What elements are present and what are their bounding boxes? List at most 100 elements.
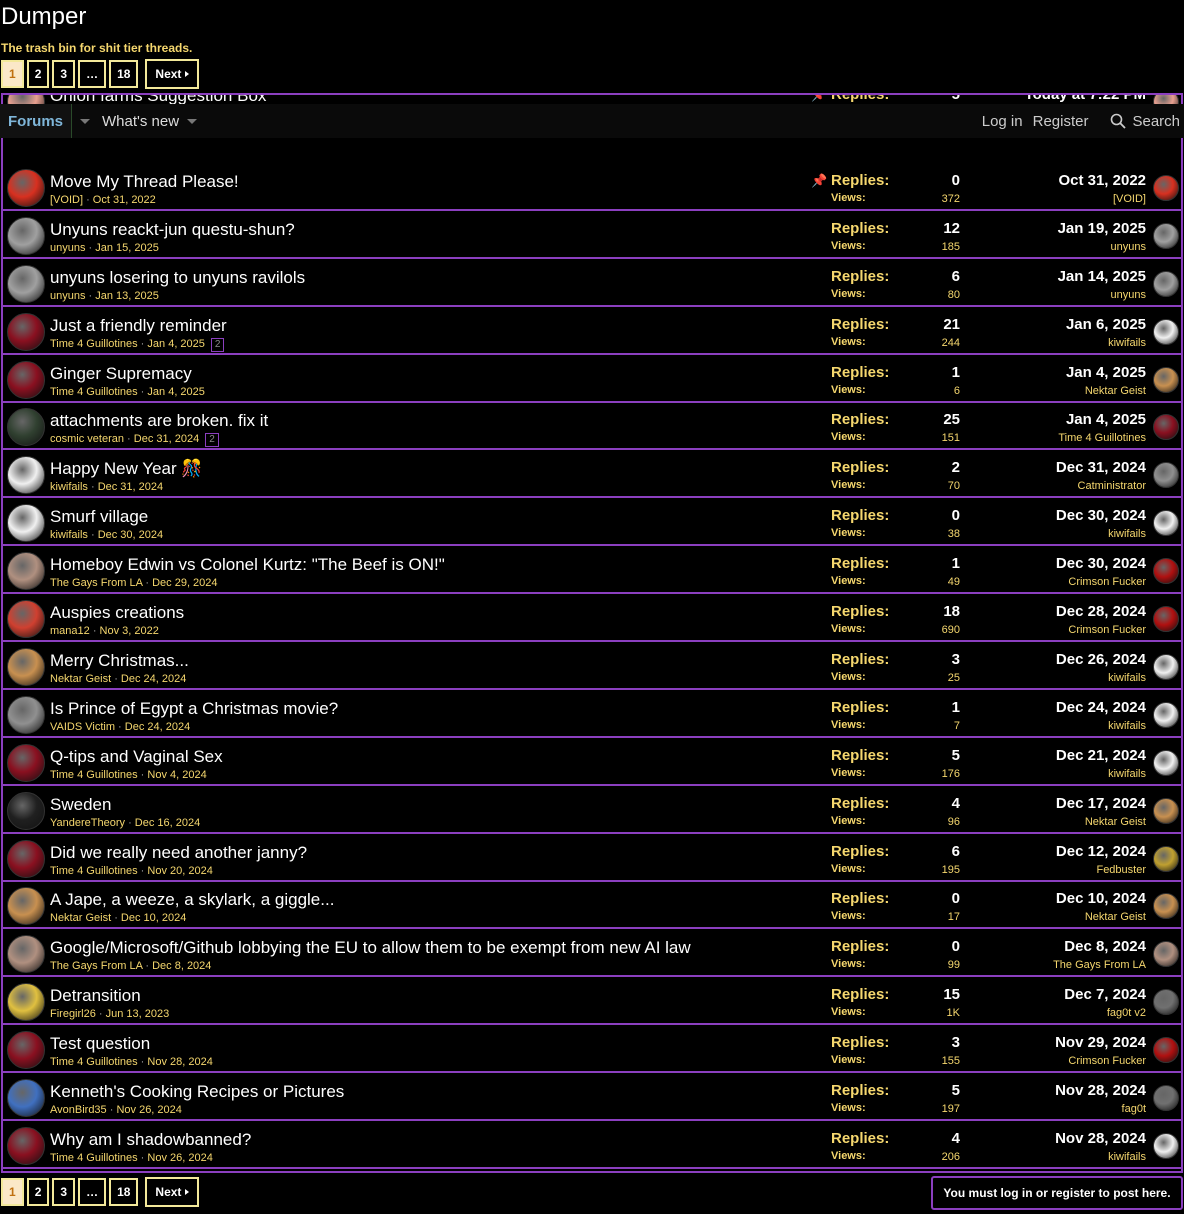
last-poster-avatar[interactable] — [1153, 846, 1179, 872]
thread-author[interactable]: cosmic veteran — [50, 433, 124, 445]
last-poster-avatar[interactable] — [1153, 367, 1179, 393]
last-poster-avatar[interactable] — [1153, 414, 1179, 440]
thread-row[interactable]: attachments are broken. fix it cosmic vet… — [3, 404, 1181, 450]
last-poster-avatar[interactable] — [1153, 750, 1179, 776]
thread-row[interactable]: Is Prince of Egypt a Christmas movie? VAI… — [3, 692, 1181, 738]
page-jump[interactable]: … — [78, 1178, 107, 1206]
thread-title[interactable]: Merry Christmas... — [50, 651, 189, 671]
last-post-date[interactable]: Today at 7:22 PM — [1025, 95, 1146, 103]
page-jump[interactable]: … — [78, 60, 107, 88]
login-link[interactable]: Log in — [982, 113, 1023, 130]
thread-start-date[interactable]: Dec 31, 2024 — [134, 433, 199, 445]
thread-title[interactable]: Just a friendly reminder — [50, 316, 227, 336]
last-post-user[interactable]: [VOID] — [1113, 193, 1146, 205]
last-poster-avatar[interactable] — [1153, 989, 1179, 1015]
last-post-date[interactable]: Dec 12, 2024 — [1056, 843, 1146, 860]
last-post-user[interactable]: kiwifails — [1108, 1151, 1146, 1163]
page-link-3[interactable]: 3 — [52, 1178, 76, 1206]
thread-start-date[interactable]: Dec 29, 2024 — [152, 577, 217, 589]
author-avatar[interactable] — [7, 983, 45, 1021]
thread-row[interactable]: Smurf village kiwifails · Dec 30, 2024 Rep… — [3, 500, 1181, 546]
page-link-3[interactable]: 3 — [52, 60, 76, 88]
thread-row[interactable]: Homeboy Edwin vs Colonel Kurtz: "The Bee… — [3, 548, 1181, 594]
thread-author[interactable]: AvonBird35 — [50, 1104, 107, 1116]
thread-title[interactable]: Auspies creations — [50, 603, 184, 623]
thread-start-date[interactable]: Jan 4, 2025 — [147, 386, 205, 398]
thread-row[interactable]: Auspies creations mana12 · Nov 3, 2022 Rep… — [3, 596, 1181, 642]
last-post-date[interactable]: Dec 30, 2024 — [1056, 555, 1146, 572]
page-link-2[interactable]: 2 — [26, 1178, 50, 1206]
thread-title[interactable]: Happy New Year 🎊 — [50, 459, 203, 479]
thread-row[interactable]: Did we really need another janny? Time 4 … — [3, 836, 1181, 882]
last-post-user[interactable]: Crimson Fucker — [1068, 1055, 1146, 1067]
search-button[interactable]: Search — [1110, 113, 1180, 130]
last-poster-avatar[interactable] — [1153, 606, 1179, 632]
thread-author[interactable]: VAIDS Victim — [50, 721, 115, 733]
author-avatar[interactable] — [7, 456, 45, 494]
thread-page-link[interactable]: 2 — [210, 338, 225, 352]
last-post-user[interactable]: Time 4 Guillotines — [1058, 432, 1146, 444]
thread-author[interactable]: Firegirl26 — [50, 1008, 96, 1020]
author-avatar[interactable] — [7, 648, 45, 686]
last-post-user[interactable]: Nektar Geist — [1085, 911, 1146, 923]
thread-start-date[interactable]: Jan 13, 2025 — [95, 290, 159, 302]
last-poster-avatar[interactable] — [1153, 223, 1179, 249]
thread-row[interactable]: Why am I shadowbanned? Time 4 Guillotines… — [3, 1123, 1181, 1169]
thread-row[interactable]: Q-tips and Vaginal Sex Time 4 Guillotines… — [3, 740, 1181, 786]
thread-title[interactable]: A Jape, a weeze, a skylark, a giggle... — [50, 890, 334, 910]
author-avatar[interactable] — [7, 744, 45, 782]
page-link-1[interactable]: 1 — [1, 60, 24, 88]
page-link-18[interactable]: 18 — [109, 1178, 139, 1206]
thread-start-date[interactable]: Nov 26, 2024 — [116, 1104, 181, 1116]
last-post-user[interactable]: Fedbuster — [1096, 864, 1146, 876]
last-post-user[interactable]: Crimson Fucker — [1068, 624, 1146, 636]
thread-title[interactable]: Homeboy Edwin vs Colonel Kurtz: "The Bee… — [50, 555, 445, 575]
thread-page-link[interactable]: 2 — [205, 433, 219, 447]
thread-title[interactable]: Sweden — [50, 795, 111, 815]
tab-forums[interactable]: Forums — [0, 104, 73, 138]
author-avatar[interactable] — [7, 408, 45, 446]
author-avatar[interactable] — [7, 265, 45, 303]
thread-author[interactable]: unyuns — [50, 242, 85, 254]
thread-start-date[interactable]: Dec 30, 2024 — [98, 529, 163, 541]
last-post-date[interactable]: Dec 24, 2024 — [1056, 699, 1146, 716]
author-avatar[interactable] — [7, 1127, 45, 1165]
last-post-user[interactable]: Nektar Geist — [1085, 385, 1146, 397]
last-poster-avatar[interactable] — [1153, 893, 1179, 919]
last-poster-avatar[interactable] — [1153, 319, 1179, 345]
author-avatar[interactable] — [7, 696, 45, 734]
last-post-user[interactable]: unyuns — [1111, 241, 1146, 253]
author-avatar[interactable] — [7, 504, 45, 542]
register-link[interactable]: Register — [1033, 113, 1089, 130]
last-post-date[interactable]: Jan 19, 2025 — [1058, 220, 1146, 237]
last-poster-avatar[interactable] — [1153, 798, 1179, 824]
last-post-user[interactable]: Nektar Geist — [1085, 816, 1146, 828]
thread-title[interactable]: Did we really need another janny? — [50, 843, 307, 863]
thread-author[interactable]: [VOID] — [50, 194, 83, 206]
thread-title[interactable]: Test question — [50, 1034, 150, 1054]
last-poster-avatar[interactable] — [1153, 1085, 1179, 1111]
last-post-date[interactable]: Dec 8, 2024 — [1064, 938, 1146, 955]
last-post-date[interactable]: Jan 6, 2025 — [1066, 316, 1146, 333]
thread-row[interactable]: unyuns losering to unyuns ravilols unyuns… — [3, 261, 1181, 307]
thread-row[interactable]: Test question Time 4 Guillotines · Nov 28… — [3, 1027, 1181, 1073]
author-avatar[interactable] — [7, 887, 45, 925]
last-poster-avatar[interactable] — [1153, 558, 1179, 584]
last-post-date[interactable]: Jan 4, 2025 — [1066, 411, 1146, 428]
thread-start-date[interactable]: Nov 26, 2024 — [147, 1152, 212, 1164]
page-link-18[interactable]: 18 — [109, 60, 139, 88]
thread-row[interactable]: Just a friendly reminder Time 4 Guillotin… — [3, 309, 1181, 355]
thread-row[interactable]: Sweden YandereTheory · Dec 16, 2024 Replie… — [3, 788, 1181, 834]
last-poster-avatar[interactable] — [1153, 941, 1179, 967]
last-post-date[interactable]: Dec 7, 2024 — [1064, 986, 1146, 1003]
thread-author[interactable]: YandereTheory — [50, 817, 125, 829]
author-avatar[interactable] — [7, 552, 45, 590]
last-post-user[interactable]: kiwifails — [1108, 768, 1146, 780]
thread-start-date[interactable]: Nov 28, 2024 — [147, 1056, 212, 1068]
thread-author[interactable]: Time 4 Guillotines — [50, 1056, 138, 1068]
thread-start-date[interactable]: Dec 8, 2024 — [152, 960, 211, 972]
last-poster-avatar[interactable] — [1153, 1037, 1179, 1063]
thread-row[interactable]: Ginger Supremacy Time 4 Guillotines · Jan… — [3, 357, 1181, 403]
last-poster-avatar[interactable] — [1153, 271, 1179, 297]
last-poster-avatar[interactable] — [1153, 702, 1179, 728]
